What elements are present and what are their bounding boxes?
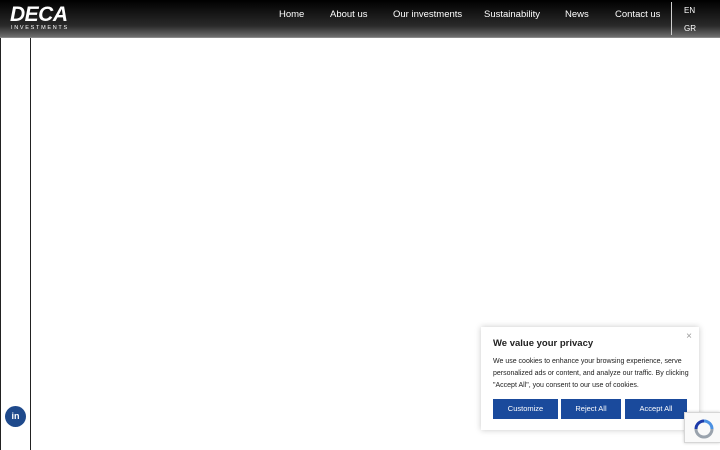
recaptcha-badge[interactable] bbox=[684, 412, 720, 443]
cookie-description: We use cookies to enhance your browsing … bbox=[493, 358, 689, 389]
nav-our-investments[interactable]: Our investments bbox=[393, 9, 462, 20]
cookie-consent-banner: × We value your privacy We use cookies t… bbox=[481, 327, 699, 430]
nav-home[interactable]: Home bbox=[279, 9, 304, 20]
nav-sustainability[interactable]: Sustainability bbox=[484, 9, 540, 20]
site-header: DECA INVESTMENTS Home About us Our inves… bbox=[0, 0, 720, 38]
language-divider bbox=[671, 2, 672, 35]
close-icon[interactable]: × bbox=[686, 331, 692, 342]
sidebar-divider-line bbox=[30, 38, 31, 450]
reject-all-button[interactable]: Reject All bbox=[561, 399, 621, 419]
logo-tagline: INVESTMENTS bbox=[11, 25, 69, 31]
linkedin-icon[interactable]: in bbox=[5, 406, 26, 427]
nav-about-us[interactable]: About us bbox=[330, 9, 368, 20]
accept-all-button[interactable]: Accept All bbox=[625, 399, 687, 419]
logo-wordmark: DECA bbox=[10, 3, 68, 26]
customize-button[interactable]: Customize bbox=[493, 399, 558, 419]
nav-news[interactable]: News bbox=[565, 9, 589, 20]
recaptcha-icon bbox=[694, 419, 714, 439]
cookie-title: We value your privacy bbox=[493, 338, 594, 349]
nav-contact-us[interactable]: Contact us bbox=[615, 9, 660, 20]
deca-logo[interactable]: DECA INVESTMENTS bbox=[10, 3, 69, 33]
language-gr[interactable]: GR bbox=[684, 24, 696, 33]
language-en[interactable]: EN bbox=[684, 6, 695, 15]
left-frame-line bbox=[0, 38, 1, 450]
